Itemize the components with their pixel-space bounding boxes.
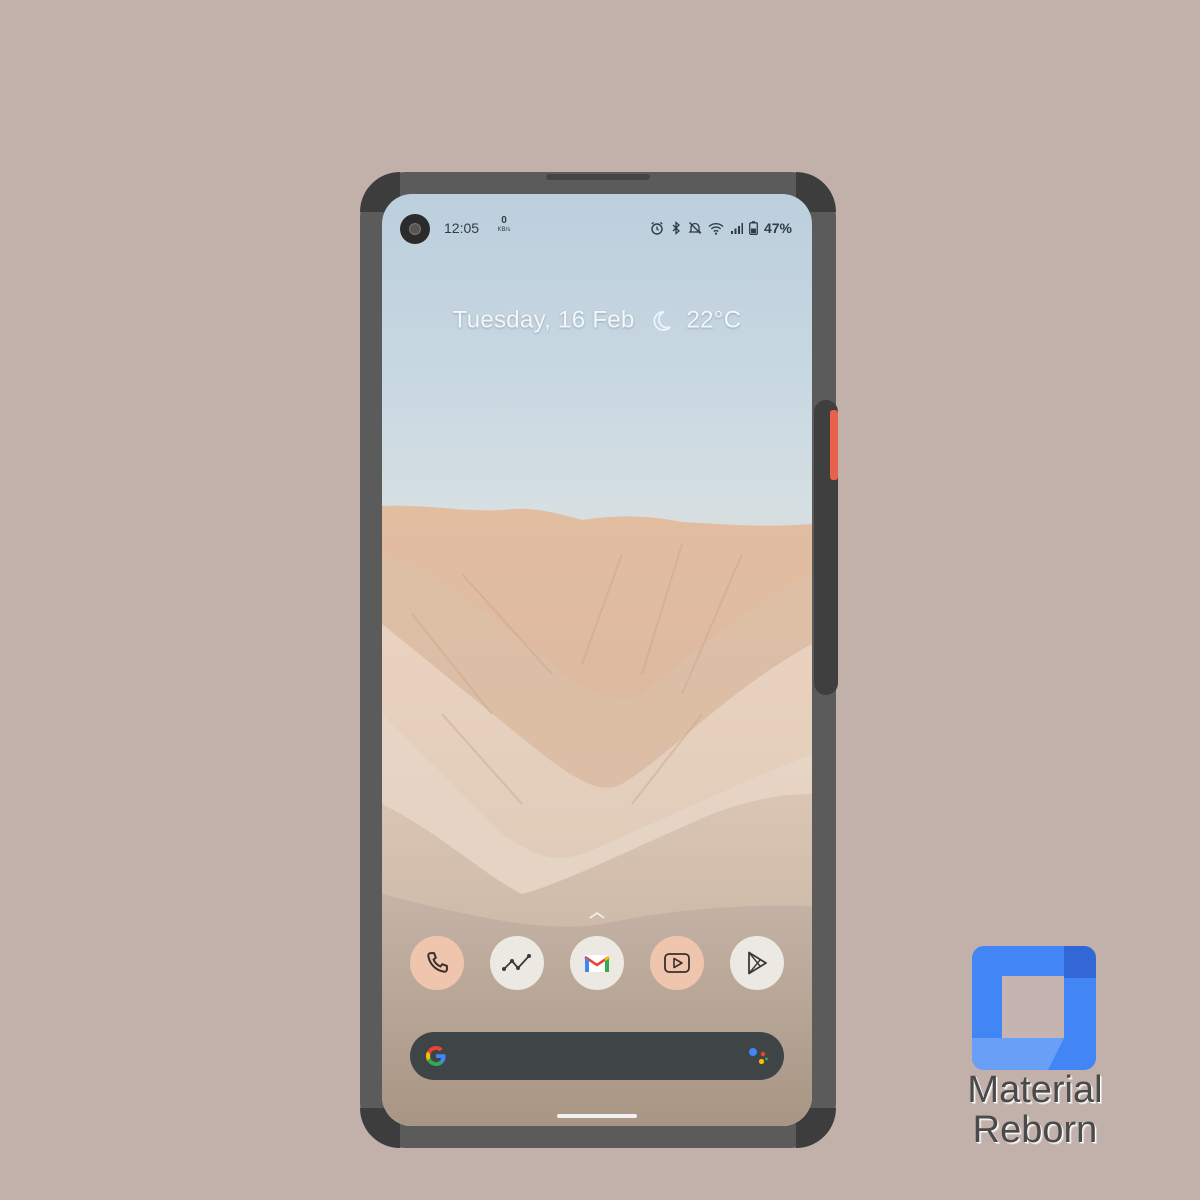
stocks-app[interactable]	[490, 936, 544, 990]
app-dock	[408, 936, 788, 992]
battery-percentage: 47%	[763, 220, 792, 236]
temperature-text[interactable]: 22°C	[687, 307, 742, 334]
earpiece	[546, 174, 650, 180]
play-store-app[interactable]	[730, 936, 784, 990]
moon-icon	[652, 310, 671, 331]
gesture-nav-handle[interactable]	[557, 1114, 637, 1118]
assistant-icon[interactable]	[746, 1044, 770, 1068]
power-button	[830, 410, 838, 480]
net-speed-value: 0	[501, 215, 507, 226]
play-box-icon	[664, 953, 690, 973]
home-screen: 12:05 0 KB/s 47% Tuesday, 16 Feb 22°C	[382, 194, 812, 1126]
status-bar: 12:05 0 KB/s 47%	[382, 212, 812, 244]
youtube-app[interactable]	[650, 936, 704, 990]
bluetooth-icon	[672, 221, 680, 235]
camera-punch-hole	[400, 214, 430, 244]
brand-line-1: Material	[967, 1069, 1103, 1111]
brand-name: Material Reborn	[930, 1070, 1140, 1150]
play-store-icon	[748, 951, 767, 975]
google-g-icon[interactable]	[424, 1044, 448, 1068]
phone-app[interactable]	[410, 936, 464, 990]
brand-line-2: Reborn	[972, 1109, 1098, 1151]
alarm-icon	[651, 221, 663, 235]
line-chart-icon	[502, 954, 531, 971]
silent-icon	[688, 222, 702, 234]
net-speed-unit: KB/s	[497, 227, 511, 233]
net-speed: 0 KB/s	[494, 216, 514, 234]
status-time: 12:05	[444, 220, 480, 236]
gmail-icon	[584, 955, 610, 972]
wifi-icon	[708, 222, 724, 235]
phone-icon	[427, 952, 448, 973]
chevron-up-icon	[589, 912, 605, 919]
google-search-bar[interactable]	[410, 1032, 784, 1080]
at-a-glance-widget[interactable]: Tuesday, 16 Feb 22°C	[382, 306, 812, 335]
gmail-app[interactable]	[570, 936, 624, 990]
material-reborn-logo	[972, 946, 1096, 1070]
status-icons: 47%	[650, 218, 792, 238]
signal-icon	[730, 222, 743, 234]
battery-icon	[749, 221, 758, 235]
date-text[interactable]: Tuesday, 16 Feb	[453, 307, 635, 334]
